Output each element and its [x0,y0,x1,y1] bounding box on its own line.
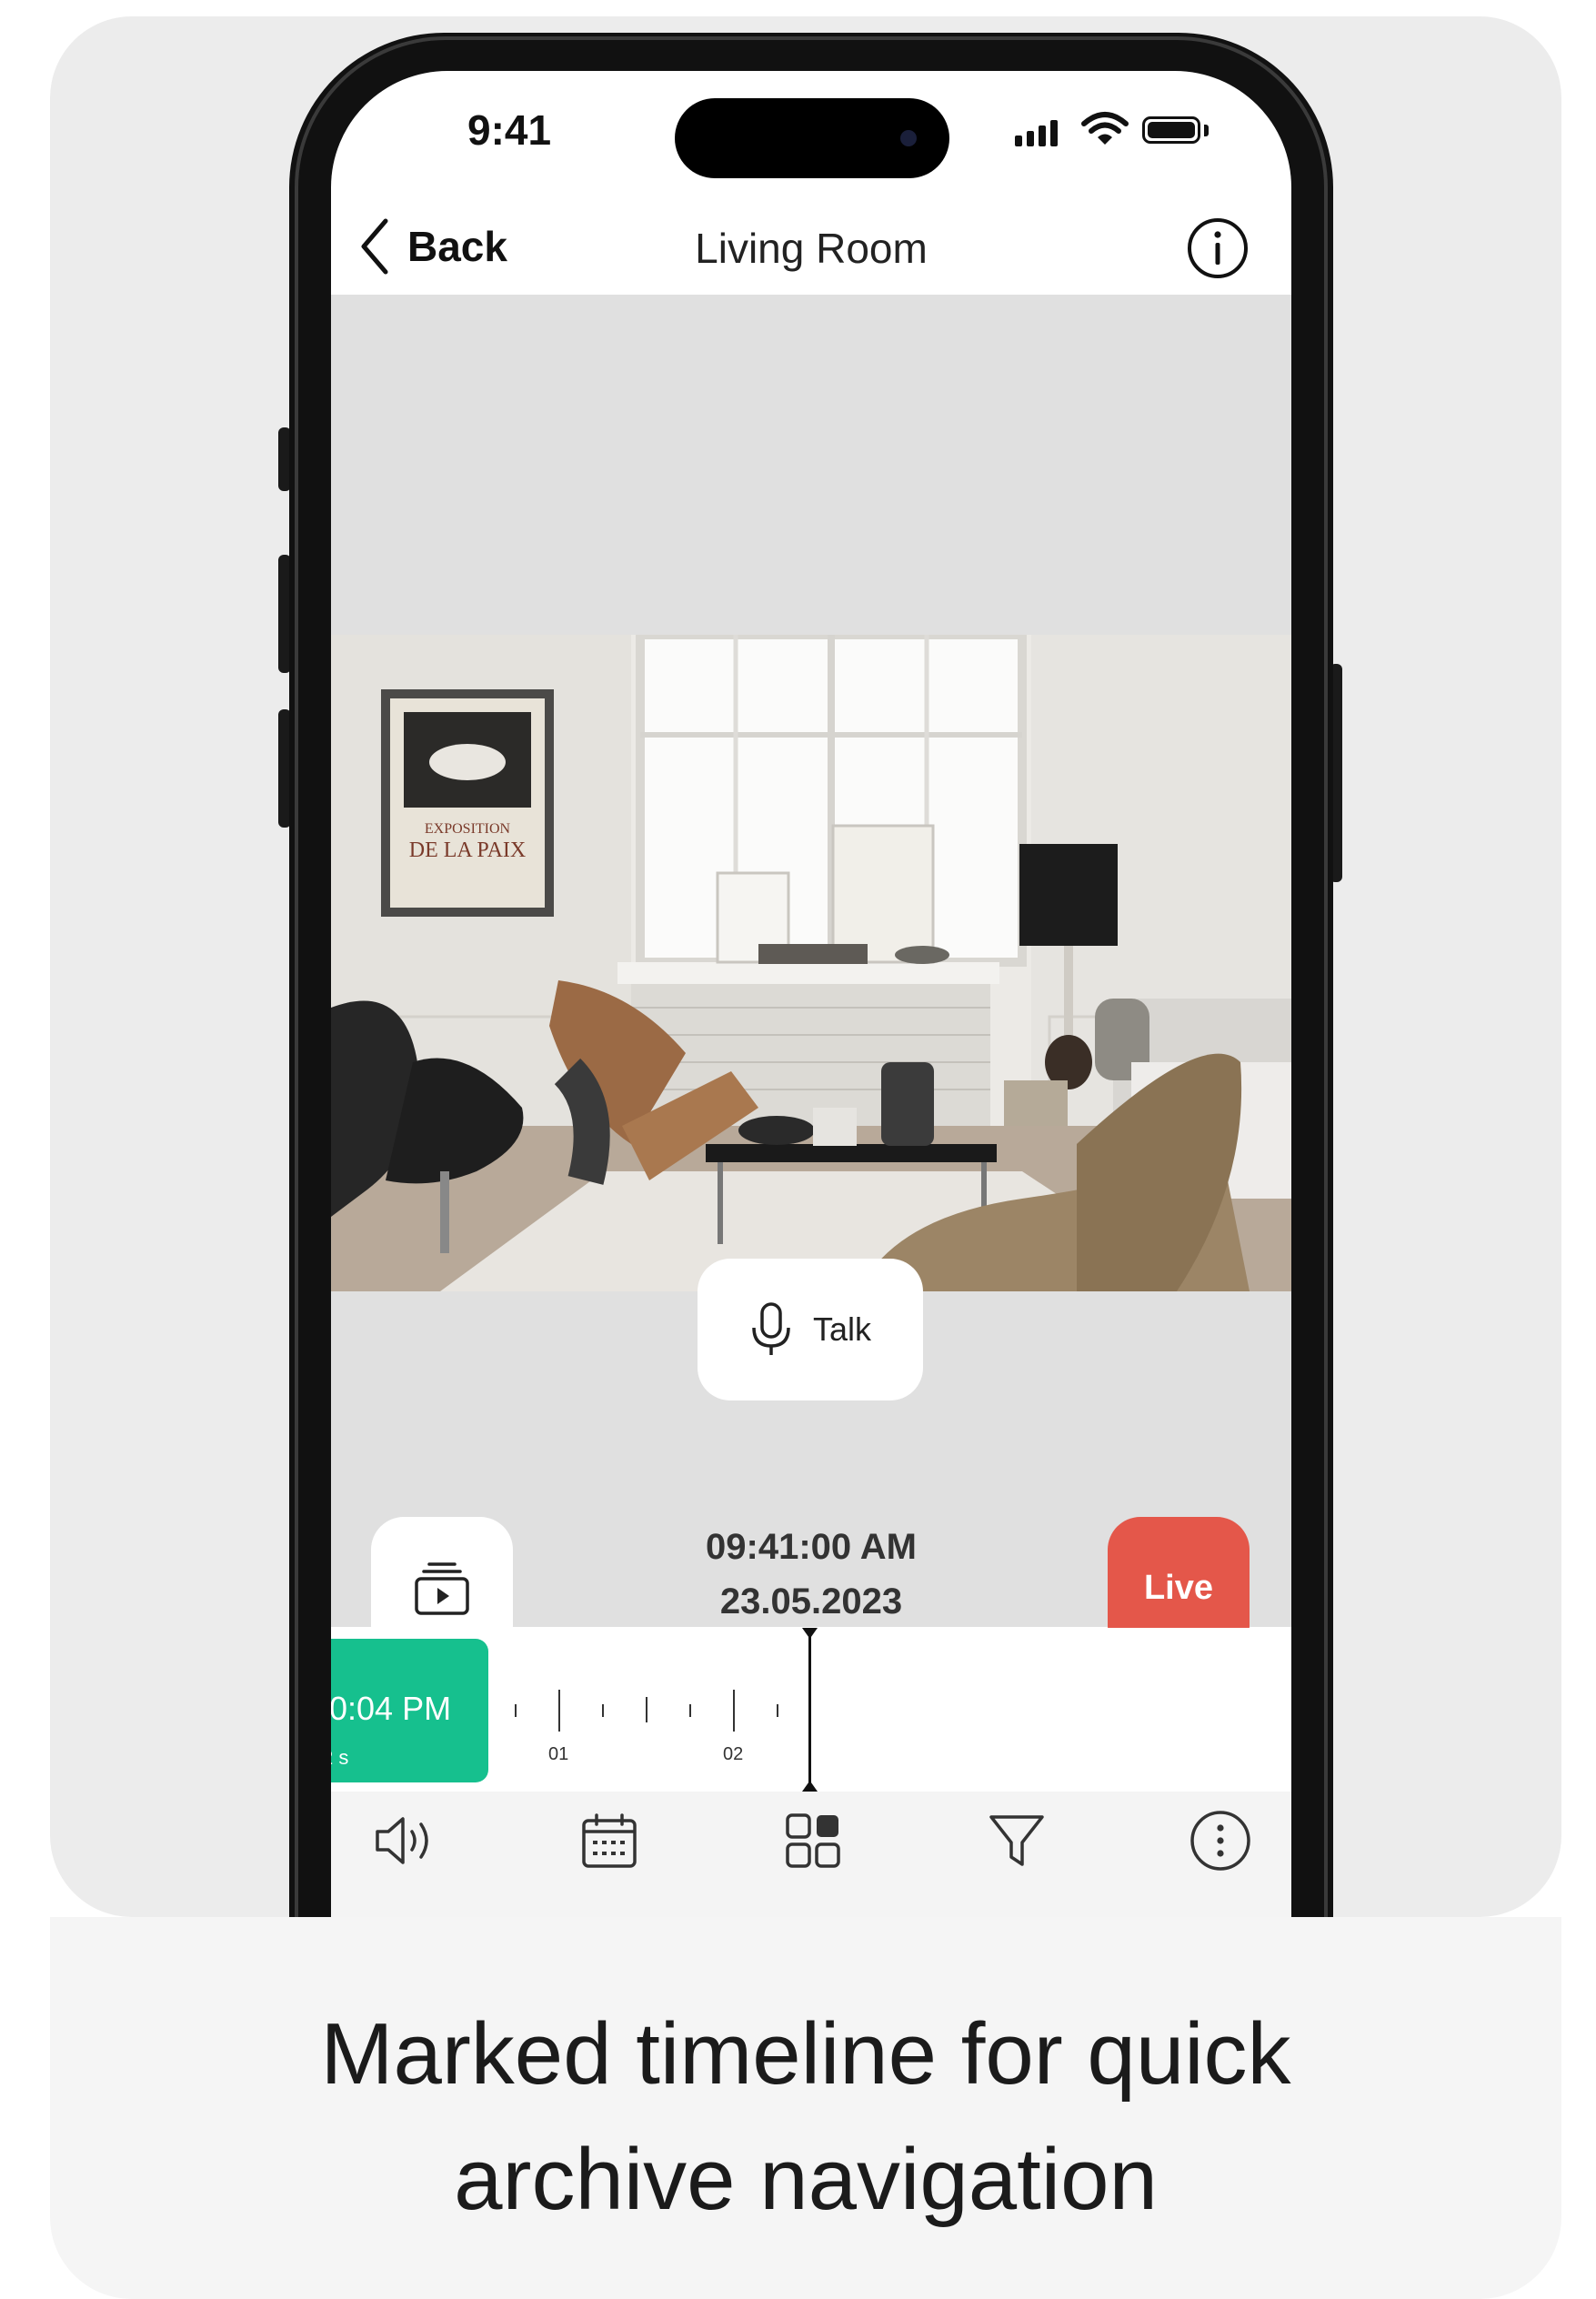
filter-button[interactable] [980,1804,1053,1877]
caption-line-1: Marked timeline for quick [320,2005,1291,2103]
caption-line-2: archive navigation [454,2131,1158,2228]
timeline-tick [777,1704,778,1717]
timeline-playhead[interactable] [808,1628,811,1790]
camera-feed[interactable]: EXPOSITION DE LA PAIX [331,635,1291,1291]
event-time: 0:04 PM [331,1690,452,1727]
speaker-icon [376,1817,428,1864]
microphone-icon [752,1302,790,1355]
bottom-toolbar [331,1792,1291,1917]
wifi-icon [1081,112,1129,145]
layout-button[interactable] [777,1804,849,1877]
nav-bar: Back Living Room [331,198,1291,295]
filter-icon [989,1815,1044,1866]
tick-label-01: 01 [548,1744,569,1764]
playhead-top-arrow [802,1628,818,1639]
caption: Marked timeline for quick archive naviga… [50,1992,1561,2243]
timeline-tick [515,1704,517,1717]
status-bar: 9:41 [331,71,1291,198]
front-camera [900,130,917,146]
status-time: 9:41 [467,106,552,154]
poster-line-2: DE LA PAIX [409,838,526,862]
tick-label-02: 02 [723,1744,744,1764]
event-marker[interactable]: 0:04 PM 2 s [331,1639,488,1782]
event-duration: 2 s [331,1746,349,1769]
video-area: EXPOSITION DE LA PAIX Talk 09:41:00 AM 2… [331,295,1291,1659]
more-button[interactable] [1184,1804,1257,1877]
timeline-tick [602,1704,604,1717]
info-icon[interactable] [1186,216,1250,280]
calendar-button[interactable] [573,1804,646,1877]
battery-tip [1204,125,1209,136]
talk-button[interactable]: Talk [698,1259,923,1400]
talk-label: Talk [812,1310,872,1348]
timeline-tick [558,1690,560,1732]
timeline[interactable]: 0:04 PM 2 s 01 02 [331,1628,1291,1792]
room-image: EXPOSITION DE LA PAIX [331,635,1291,1291]
battery-icon [1142,116,1200,144]
signal-icon [1015,120,1062,146]
poster-line-1: EXPOSITION [425,821,511,837]
more-icon [1190,1811,1250,1871]
layout-grid-icon [786,1813,840,1868]
phone-screen: 9:41 Back Living Room EXPOSITION DE LA P… [331,71,1291,1917]
timeline-tick [733,1690,735,1732]
playhead-bottom-arrow [802,1781,818,1792]
page-title: Living Room [695,225,928,272]
timeline-tick [646,1697,647,1722]
dynamic-island [675,98,949,178]
live-label: Live [1143,1568,1214,1607]
timeline-tick [689,1704,691,1717]
calendar-icon [582,1813,637,1868]
sound-button[interactable] [369,1804,442,1877]
